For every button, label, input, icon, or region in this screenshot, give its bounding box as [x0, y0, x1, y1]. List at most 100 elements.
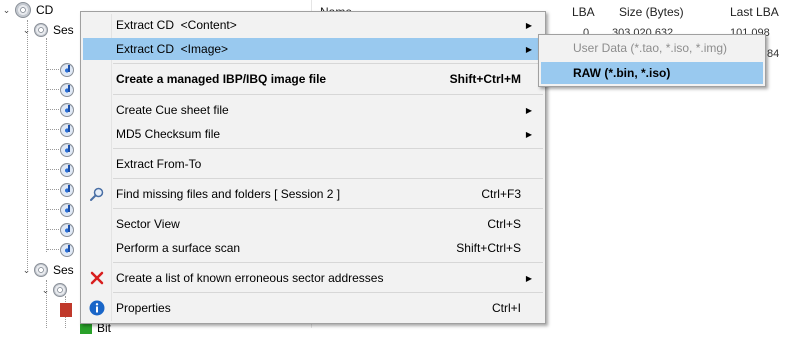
volume-disc-icon	[53, 283, 67, 297]
tree-connector	[47, 109, 59, 110]
menu-item-extract-from-to[interactable]: Extract From-To	[83, 153, 543, 175]
tree-item-volume[interactable]: ⌄	[41, 280, 67, 300]
audio-track-icon	[60, 143, 74, 157]
audio-track-icon	[60, 163, 74, 177]
menu-separator	[113, 94, 543, 95]
column-header-last-lba[interactable]: Last LBA	[730, 5, 779, 19]
submenu-arrow-icon: ▶	[525, 44, 532, 54]
menu-item-label: Create a list of known erroneous sector …	[116, 271, 384, 285]
menu-item-extract-cd-content[interactable]: Extract CD <Content> ▶	[83, 14, 543, 36]
menu-item-shortcut: Shift+Ctrl+M	[449, 72, 521, 86]
session-disc-icon	[34, 23, 48, 37]
menu-item-label: Properties	[116, 301, 171, 315]
tree-item-session-1[interactable]: ⌄ Ses	[22, 20, 74, 40]
tree-connector	[47, 209, 59, 210]
menu-separator	[113, 262, 543, 263]
menu-item-label: Create a managed IBP/IBQ image file	[116, 72, 327, 86]
collapse-chevron-icon[interactable]: ⌄	[41, 285, 50, 295]
tree-connector	[47, 169, 59, 170]
submenu-item-raw[interactable]: RAW (*.bin, *.iso)	[541, 62, 763, 84]
cd-drive-icon	[15, 2, 31, 18]
audio-track-icon	[60, 243, 74, 257]
menu-item-extract-cd-image[interactable]: Extract CD <Image> ▶	[83, 38, 543, 60]
collapse-chevron-icon[interactable]: ⌄	[22, 265, 31, 275]
audio-track-icon	[60, 203, 74, 217]
tree-item-cd[interactable]: ⌄ CD	[2, 0, 53, 20]
tree-item-folder[interactable]	[60, 300, 72, 320]
menu-item-shortcut: Shift+Ctrl+S	[456, 241, 521, 255]
menu-item-shortcut: Ctrl+I	[491, 301, 521, 315]
menu-item-create-managed-image[interactable]: Create a managed IBP/IBQ image file Shif…	[83, 68, 543, 90]
menu-item-label: Extract CD <Content>	[116, 18, 237, 32]
tree-connector	[47, 149, 59, 150]
tree-connector	[47, 129, 59, 130]
submenu-item-label: User Data (*.tao, *.iso, *.img)	[573, 41, 728, 55]
submenu-arrow-icon: ▶	[525, 129, 532, 139]
menu-item-label: Sector View	[116, 217, 180, 231]
red-x-icon	[89, 270, 105, 286]
menu-item-shortcut: Ctrl+S	[487, 217, 521, 231]
session-disc-icon	[34, 263, 48, 277]
extract-image-submenu: User Data (*.tao, *.iso, *.img) RAW (*.b…	[538, 34, 766, 87]
tree-item-track[interactable]	[60, 60, 74, 80]
tree-item-track[interactable]	[60, 200, 74, 220]
menu-separator	[113, 178, 543, 179]
tree-item-track[interactable]	[60, 180, 74, 200]
menu-item-md5-checksum[interactable]: MD5 Checksum file ▶	[83, 123, 543, 145]
menu-item-shortcut: Ctrl+F3	[481, 187, 521, 201]
menu-item-find-missing-files[interactable]: Find missing files and folders [ Session…	[83, 183, 543, 205]
info-icon	[89, 300, 105, 316]
tree-connector	[47, 229, 59, 230]
menu-item-label: Extract From-To	[116, 157, 202, 171]
column-header-lba[interactable]: LBA	[572, 5, 595, 19]
menu-item-sector-view[interactable]: Sector View Ctrl+S	[83, 213, 543, 235]
tree-connector	[46, 38, 47, 252]
tree-item-track[interactable]	[60, 80, 74, 100]
submenu-arrow-icon: ▶	[525, 273, 532, 283]
submenu-item-label: RAW (*.bin, *.iso)	[573, 66, 671, 80]
menu-item-erroneous-sectors[interactable]: Create a list of known erroneous sector …	[83, 267, 543, 289]
tree-connector	[27, 20, 28, 270]
collapse-chevron-icon[interactable]: ⌄	[22, 25, 31, 35]
tree-item-track[interactable]	[60, 120, 74, 140]
tree-item-track[interactable]	[60, 100, 74, 120]
tree-label-session-2: Ses	[53, 263, 74, 277]
tree-connector	[47, 89, 59, 90]
menu-item-label: Perform a surface scan	[116, 241, 241, 255]
menu-item-label: Create Cue sheet file	[116, 103, 229, 117]
magnifier-icon	[89, 186, 105, 202]
submenu-arrow-icon: ▶	[525, 105, 532, 115]
tree-item-session-2[interactable]: ⌄ Ses	[22, 260, 74, 280]
menu-separator	[113, 208, 543, 209]
context-menu: Extract CD <Content> ▶ Extract CD <Image…	[80, 11, 546, 324]
submenu-item-user-data: User Data (*.tao, *.iso, *.img)	[541, 37, 763, 59]
menu-item-label: Find missing files and folders [ Session…	[116, 187, 341, 201]
audio-track-icon	[60, 83, 74, 97]
tree-item-track[interactable]	[60, 140, 74, 160]
folder-red-icon	[60, 303, 72, 317]
menu-item-surface-scan[interactable]: Perform a surface scan Shift+Ctrl+S	[83, 237, 543, 259]
cell-last-lba: 84	[767, 48, 780, 60]
tree-label-session-1: Ses	[53, 23, 74, 37]
menu-separator	[113, 63, 543, 64]
audio-track-icon	[60, 183, 74, 197]
audio-track-icon	[60, 123, 74, 137]
audio-track-icon	[60, 103, 74, 117]
tree-connector	[47, 249, 59, 250]
column-header-size[interactable]: Size (Bytes)	[619, 5, 684, 19]
menu-separator	[113, 292, 543, 293]
menu-item-create-cue-sheet[interactable]: Create Cue sheet file ▶	[83, 99, 543, 121]
collapse-chevron-icon[interactable]: ⌄	[2, 5, 11, 15]
tree-label-cd: CD	[36, 3, 54, 17]
tree-connector	[47, 69, 59, 70]
menu-separator	[113, 148, 543, 149]
tree-item-track[interactable]	[60, 160, 74, 180]
audio-track-icon	[60, 223, 74, 237]
menu-item-properties[interactable]: Properties Ctrl+I	[83, 297, 543, 319]
audio-track-icon	[60, 63, 74, 77]
tree-item-track[interactable]	[60, 220, 74, 240]
submenu-arrow-icon: ▶	[525, 20, 532, 30]
tree-connector	[47, 189, 59, 190]
menu-item-label: Extract CD <Image>	[116, 42, 229, 56]
tree-item-track[interactable]	[60, 240, 74, 260]
